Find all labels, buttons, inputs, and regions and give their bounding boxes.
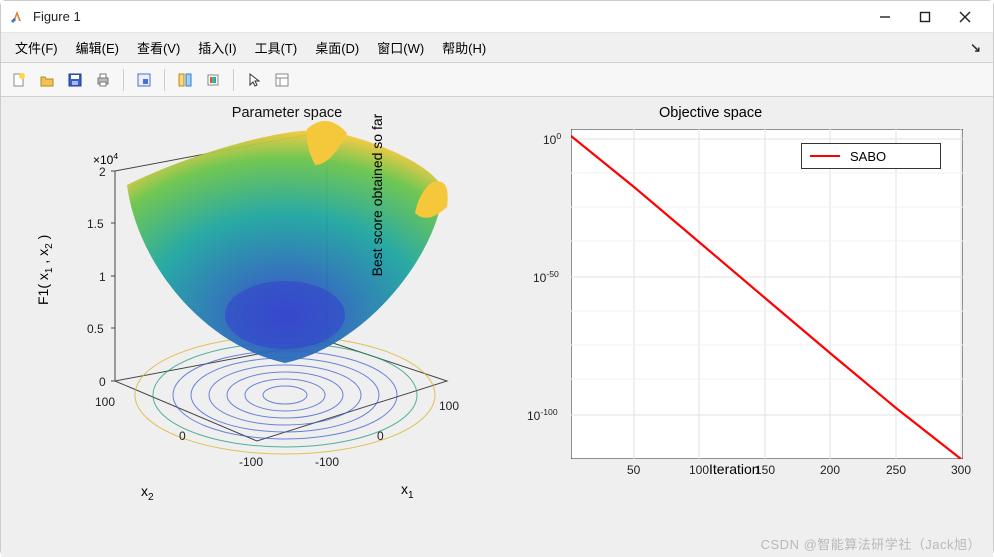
menu-edit[interactable]: 编辑(E) [68,34,127,61]
menu-insert[interactable]: 插入(I) [190,34,244,61]
maximize-button[interactable] [905,1,945,33]
minimize-button[interactable] [865,1,905,33]
new-figure-button[interactable] [7,68,31,92]
y-tick: -100 [239,455,263,469]
z-tick: 1 [99,270,106,284]
toolbar-sep [233,69,234,91]
y-axis-label: x2 [141,483,154,503]
x-tick: 50 [627,463,640,477]
titlebar: Figure 1 [1,1,993,33]
menu-desktop[interactable]: 桌面(D) [307,34,367,61]
close-icon [959,11,971,23]
y-axis-label: Best score obtained so far [369,45,385,345]
toolbar-sep [164,69,165,91]
window-title: Figure 1 [33,9,865,24]
link-plot-button[interactable] [173,68,197,92]
x-tick: 100 [439,399,459,413]
folder-open-icon [39,72,55,88]
legend[interactable]: SABO [801,143,941,169]
x-axis-label: x1 [401,481,414,501]
data-cursor-icon [136,72,152,88]
legend-entry: SABO [850,149,886,164]
y-tick: 100 [543,131,561,147]
print-button[interactable] [91,68,115,92]
menu-tools[interactable]: 工具(T) [247,34,306,61]
y-tick: 10-50 [533,269,559,285]
watermark: CSDN @智能算法研学社（Jack旭） [761,534,981,553]
axes-parameter-space[interactable]: Parameter space ×104 [27,105,467,525]
menubar: 文件(F) 编辑(E) 查看(V) 插入(I) 工具(T) 桌面(D) 窗口(W… [1,33,993,63]
x-tick: 300 [951,463,971,477]
x-tick: 250 [886,463,906,477]
menu-help[interactable]: 帮助(H) [434,34,494,61]
x-tick: 100 [689,463,709,477]
save-icon [67,72,83,88]
insert-colorbar-button[interactable] [201,68,225,92]
toolbar-sep [123,69,124,91]
z-tick: 0.5 [87,322,104,336]
menu-file[interactable]: 文件(F) [7,34,66,61]
save-button[interactable] [63,68,87,92]
figure-canvas: Parameter space ×104 [1,97,993,557]
x-tick: 0 [377,429,384,443]
open-button[interactable] [35,68,59,92]
arrow-cursor-icon [246,72,262,88]
axes-title-right: Objective space [659,105,762,121]
x-tick: 200 [820,463,840,477]
minimize-icon [879,11,891,23]
data-cursor-button[interactable] [132,68,156,92]
x-axis-label: Iteration [709,461,760,477]
dock-handle-icon[interactable]: ↘ [970,40,987,56]
z-tick: 0 [99,375,106,389]
maximize-icon [919,11,931,23]
menu-view[interactable]: 查看(V) [129,34,188,61]
edit-plot-button[interactable] [242,68,266,92]
y-tick: 0 [179,429,186,443]
matlab-icon [9,9,25,25]
z-tick: 1.5 [87,217,104,231]
new-file-icon [11,72,27,88]
y-tick: 10-100 [527,407,558,423]
colorbar-icon [205,72,221,88]
property-editor-icon [274,72,290,88]
link-icon [177,72,193,88]
convergence-plot [571,129,963,459]
legend-swatch-icon [810,155,840,157]
y-tick: 100 [95,395,115,409]
print-icon [95,72,111,88]
axes-objective-space[interactable]: Objective space [499,105,969,535]
close-button[interactable] [945,1,985,33]
z-tick: 2 [99,165,106,179]
z-axis-label: F1( x1 , x2 ) [35,235,55,305]
property-editor-button[interactable] [270,68,294,92]
toolbar [1,63,993,97]
x-tick: -100 [315,455,339,469]
